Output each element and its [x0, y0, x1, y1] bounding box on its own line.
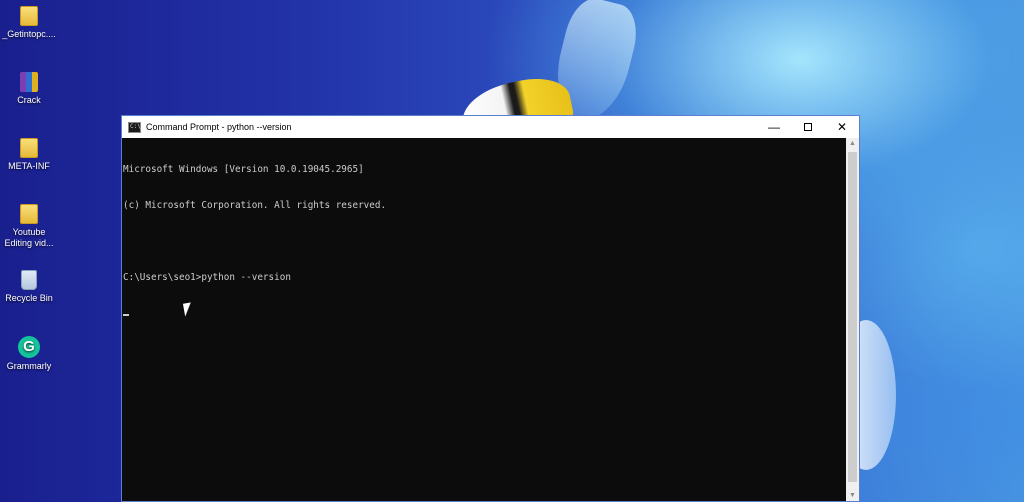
text-cursor: [123, 314, 129, 316]
console-output[interactable]: Microsoft Windows [Version 10.0.19045.29…: [122, 138, 847, 501]
window-controls: — ✕: [757, 116, 859, 138]
scroll-down-icon[interactable]: ▼: [846, 490, 859, 501]
desktop-icon-label: Crack: [17, 95, 41, 105]
window-title: Command Prompt - python --version: [146, 122, 292, 132]
desktop-icon-youtube-editing[interactable]: Youtube Editing vid...: [0, 204, 58, 249]
recycle-bin-icon: [21, 270, 37, 290]
console-line: Microsoft Windows [Version 10.0.19045.29…: [123, 164, 364, 175]
maximize-icon: [804, 123, 812, 131]
desktop-icon-label: Recycle Bin: [5, 293, 53, 303]
scroll-up-icon[interactable]: ▲: [846, 138, 859, 150]
maximize-button[interactable]: [791, 116, 825, 138]
console-cursor-line: [123, 308, 847, 320]
scroll-thumb[interactable]: [848, 152, 857, 482]
command-prompt-icon[interactable]: C:\: [128, 121, 141, 133]
close-button[interactable]: ✕: [825, 116, 859, 138]
grammarly-icon: G: [18, 336, 40, 358]
desktop-icon-label: Grammarly: [6, 361, 52, 371]
desktop-icon-recycle-bin[interactable]: Recycle Bin: [0, 270, 58, 304]
folder-icon: [20, 204, 38, 224]
vertical-scrollbar[interactable]: ▲ ▼: [846, 138, 859, 501]
desktop-icon-grammarly[interactable]: G Grammarly: [0, 336, 58, 372]
desktop-icon-label: _Getintopc....: [2, 29, 56, 39]
close-icon: ✕: [836, 120, 848, 134]
minimize-button[interactable]: —: [757, 116, 791, 138]
minimize-icon: —: [768, 120, 780, 134]
command-prompt-window[interactable]: C:\ Command Prompt - python --version — …: [121, 115, 860, 502]
desktop-icon-getintopc[interactable]: _Getintopc....: [0, 6, 58, 40]
winrar-icon: [20, 72, 38, 92]
desktop-icon-crack[interactable]: Crack: [0, 72, 58, 106]
desktop-icon-label: META-INF: [8, 161, 50, 171]
window-titlebar[interactable]: C:\ Command Prompt - python --version — …: [122, 116, 859, 138]
console-line: C:\Users\seo1>python --version: [123, 272, 291, 283]
desktop-icon-label: Youtube Editing vid...: [4, 227, 54, 248]
console-line: (c) Microsoft Corporation. All rights re…: [123, 200, 387, 211]
folder-icon: [20, 138, 38, 158]
folder-icon: [20, 6, 38, 26]
desktop-icon-meta-inf[interactable]: META-INF: [0, 138, 58, 172]
desktop: _Getintopc.... Crack META-INF Youtube Ed…: [0, 0, 1024, 502]
